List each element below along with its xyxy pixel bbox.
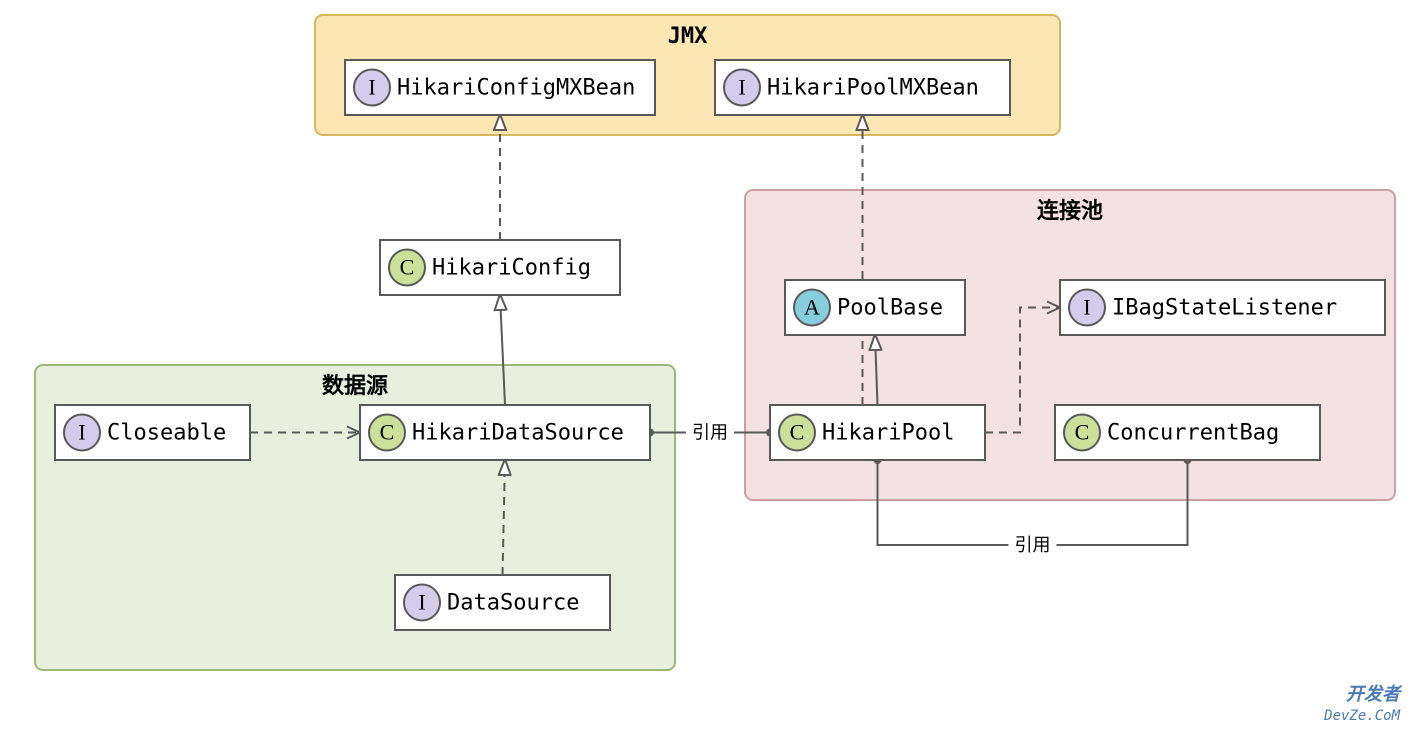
watermark-main: 开发者 bbox=[1346, 684, 1403, 705]
node-hikariConfigMXBean: I HikariConfigMXBean bbox=[345, 60, 655, 115]
badge-letter-iBagStateListener: I bbox=[1083, 295, 1090, 320]
badge-letter-dataSource: I bbox=[418, 590, 425, 615]
node-hikariPool: C HikariPool bbox=[770, 405, 985, 460]
node-label-closeable: Closeable bbox=[107, 421, 226, 446]
node-label-hikariDataSource: HikariDataSource bbox=[412, 421, 624, 446]
node-label-hikariPoolMXBean: HikariPoolMXBean bbox=[767, 76, 979, 101]
badge-letter-poolBase: A bbox=[804, 295, 820, 320]
node-label-hikariConfigMXBean: HikariConfigMXBean bbox=[397, 76, 635, 101]
edge-label-7: 引用 bbox=[692, 423, 728, 444]
node-dataSource: I DataSource bbox=[395, 575, 610, 630]
node-label-iBagStateListener: IBagStateListener bbox=[1112, 296, 1337, 321]
badge-letter-hikariPoolMXBean: I bbox=[738, 75, 745, 100]
container-title-pool: 连接池 bbox=[1037, 198, 1103, 224]
badge-letter-hikariConfig: C bbox=[400, 255, 415, 280]
node-closeable: I Closeable bbox=[55, 405, 250, 460]
node-hikariPoolMXBean: I HikariPoolMXBean bbox=[715, 60, 1010, 115]
node-poolBase: A PoolBase bbox=[785, 280, 965, 335]
node-label-poolBase: PoolBase bbox=[837, 296, 943, 321]
node-concurrentBag: C ConcurrentBag bbox=[1055, 405, 1320, 460]
node-hikariConfig: C HikariConfig bbox=[380, 240, 620, 295]
badge-letter-closeable: I bbox=[78, 420, 85, 445]
node-iBagStateListener: I IBagStateListener bbox=[1060, 280, 1385, 335]
node-label-dataSource: DataSource bbox=[447, 591, 579, 616]
edge-label-8: 引用 bbox=[1015, 535, 1051, 556]
node-hikariDataSource: C HikariDataSource bbox=[360, 405, 650, 460]
badge-letter-hikariConfigMXBean: I bbox=[368, 75, 375, 100]
watermark-sub: DevZe.CoM bbox=[1323, 708, 1400, 724]
badge-letter-hikariPool: C bbox=[790, 420, 805, 445]
node-label-hikariConfig: HikariConfig bbox=[432, 256, 591, 281]
badge-letter-concurrentBag: C bbox=[1075, 420, 1090, 445]
node-label-hikariPool: HikariPool bbox=[822, 421, 954, 446]
badge-letter-hikariDataSource: C bbox=[380, 420, 395, 445]
node-label-concurrentBag: ConcurrentBag bbox=[1107, 421, 1279, 446]
container-title-ds: 数据源 bbox=[322, 373, 388, 399]
container-title-jmx: JMX bbox=[668, 24, 708, 49]
